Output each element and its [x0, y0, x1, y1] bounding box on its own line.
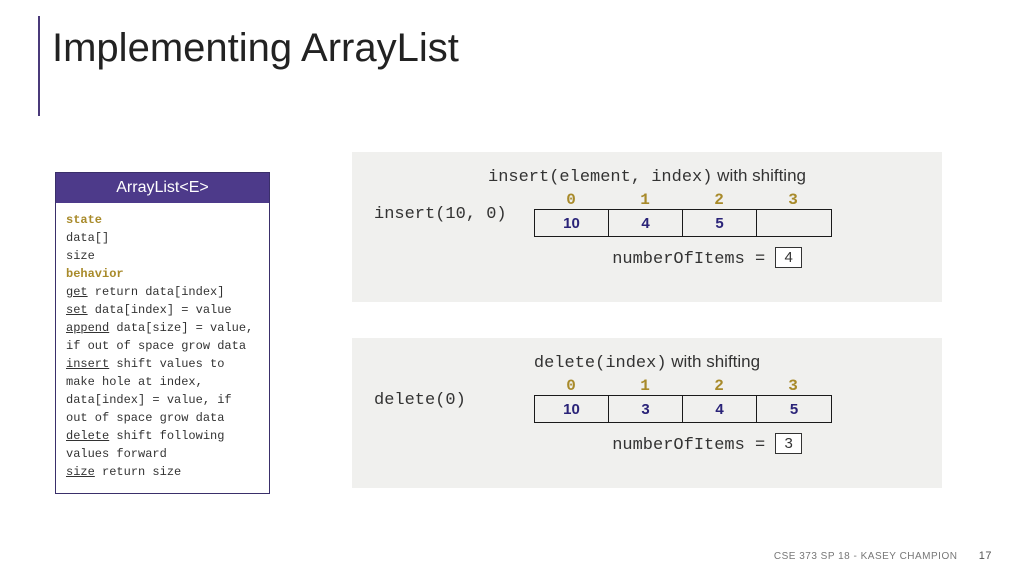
panel-title-code: insert(element, index) — [488, 168, 712, 187]
fn-set: set — [66, 303, 88, 317]
footer: CSE 373 SP 18 - KASEY CHAMPION 17 — [774, 550, 992, 562]
state-line: size — [66, 247, 259, 265]
array-wrap: 0 1 2 3 10 4 5 — [534, 191, 832, 237]
footer-text: CSE 373 SP 18 - KASEY CHAMPION — [774, 551, 958, 562]
fn-get: get — [66, 285, 88, 299]
index-cell: 2 — [682, 191, 756, 209]
fn-desc: return size — [95, 465, 181, 479]
panel-title: insert(element, index) with shifting — [374, 166, 920, 187]
count-label: numberOfItems = — [612, 436, 775, 455]
index-cell: 0 — [534, 377, 608, 395]
array-cells: 10 4 5 — [534, 209, 832, 237]
panel-title-code: delete(index) — [534, 354, 667, 373]
delete-panel: delete(index) with shifting delete(0) 0 … — [352, 338, 942, 488]
insert-panel: insert(element, index) with shifting ins… — [352, 152, 942, 302]
array-cells: 10 3 4 5 — [534, 395, 832, 423]
panel-title-suffix: with shifting — [667, 352, 761, 371]
op-label: insert(10, 0) — [374, 205, 534, 224]
accent-bar — [38, 16, 40, 116]
page-number: 17 — [979, 550, 992, 562]
array-wrap: 0 1 2 3 10 3 4 5 — [534, 377, 832, 423]
index-cell: 1 — [608, 191, 682, 209]
fn-size: size — [66, 465, 95, 479]
state-label: state — [66, 213, 102, 227]
index-row: 0 1 2 3 — [534, 377, 832, 395]
index-cell: 3 — [756, 377, 830, 395]
array-cell: 10 — [535, 396, 609, 422]
index-cell: 3 — [756, 191, 830, 209]
behavior-label: behavior — [66, 267, 124, 281]
index-cell: 2 — [682, 377, 756, 395]
array-cell: 3 — [609, 396, 683, 422]
array-cell: 5 — [683, 210, 757, 236]
index-cell: 0 — [534, 191, 608, 209]
fn-desc: data[index] = value — [88, 303, 232, 317]
count-value: 4 — [775, 247, 801, 268]
class-card: ArrayList<E> state data[] size behavior … — [55, 172, 270, 494]
fn-delete: delete — [66, 429, 109, 443]
state-line: data[] — [66, 229, 259, 247]
fn-insert: insert — [66, 357, 109, 371]
count-row: numberOfItems = 3 — [374, 433, 920, 455]
array-cell: 4 — [609, 210, 683, 236]
card-body: state data[] size behavior get return da… — [56, 203, 269, 493]
count-row: numberOfItems = 4 — [374, 247, 920, 269]
index-cell: 1 — [608, 377, 682, 395]
page-title: Implementing ArrayList — [52, 26, 459, 71]
array-cell: 10 — [535, 210, 609, 236]
panel-title-suffix: with shifting — [712, 166, 806, 185]
card-header: ArrayList<E> — [56, 173, 269, 203]
array-cell — [757, 210, 831, 236]
op-label: delete(0) — [374, 391, 534, 410]
count-value: 3 — [775, 433, 801, 454]
array-cell: 5 — [757, 396, 831, 422]
array-cell: 4 — [683, 396, 757, 422]
fn-append: append — [66, 321, 109, 335]
fn-desc: return data[index] — [88, 285, 225, 299]
panel-title: delete(index) with shifting — [374, 352, 920, 373]
index-row: 0 1 2 3 — [534, 191, 832, 209]
count-label: numberOfItems = — [612, 250, 775, 269]
